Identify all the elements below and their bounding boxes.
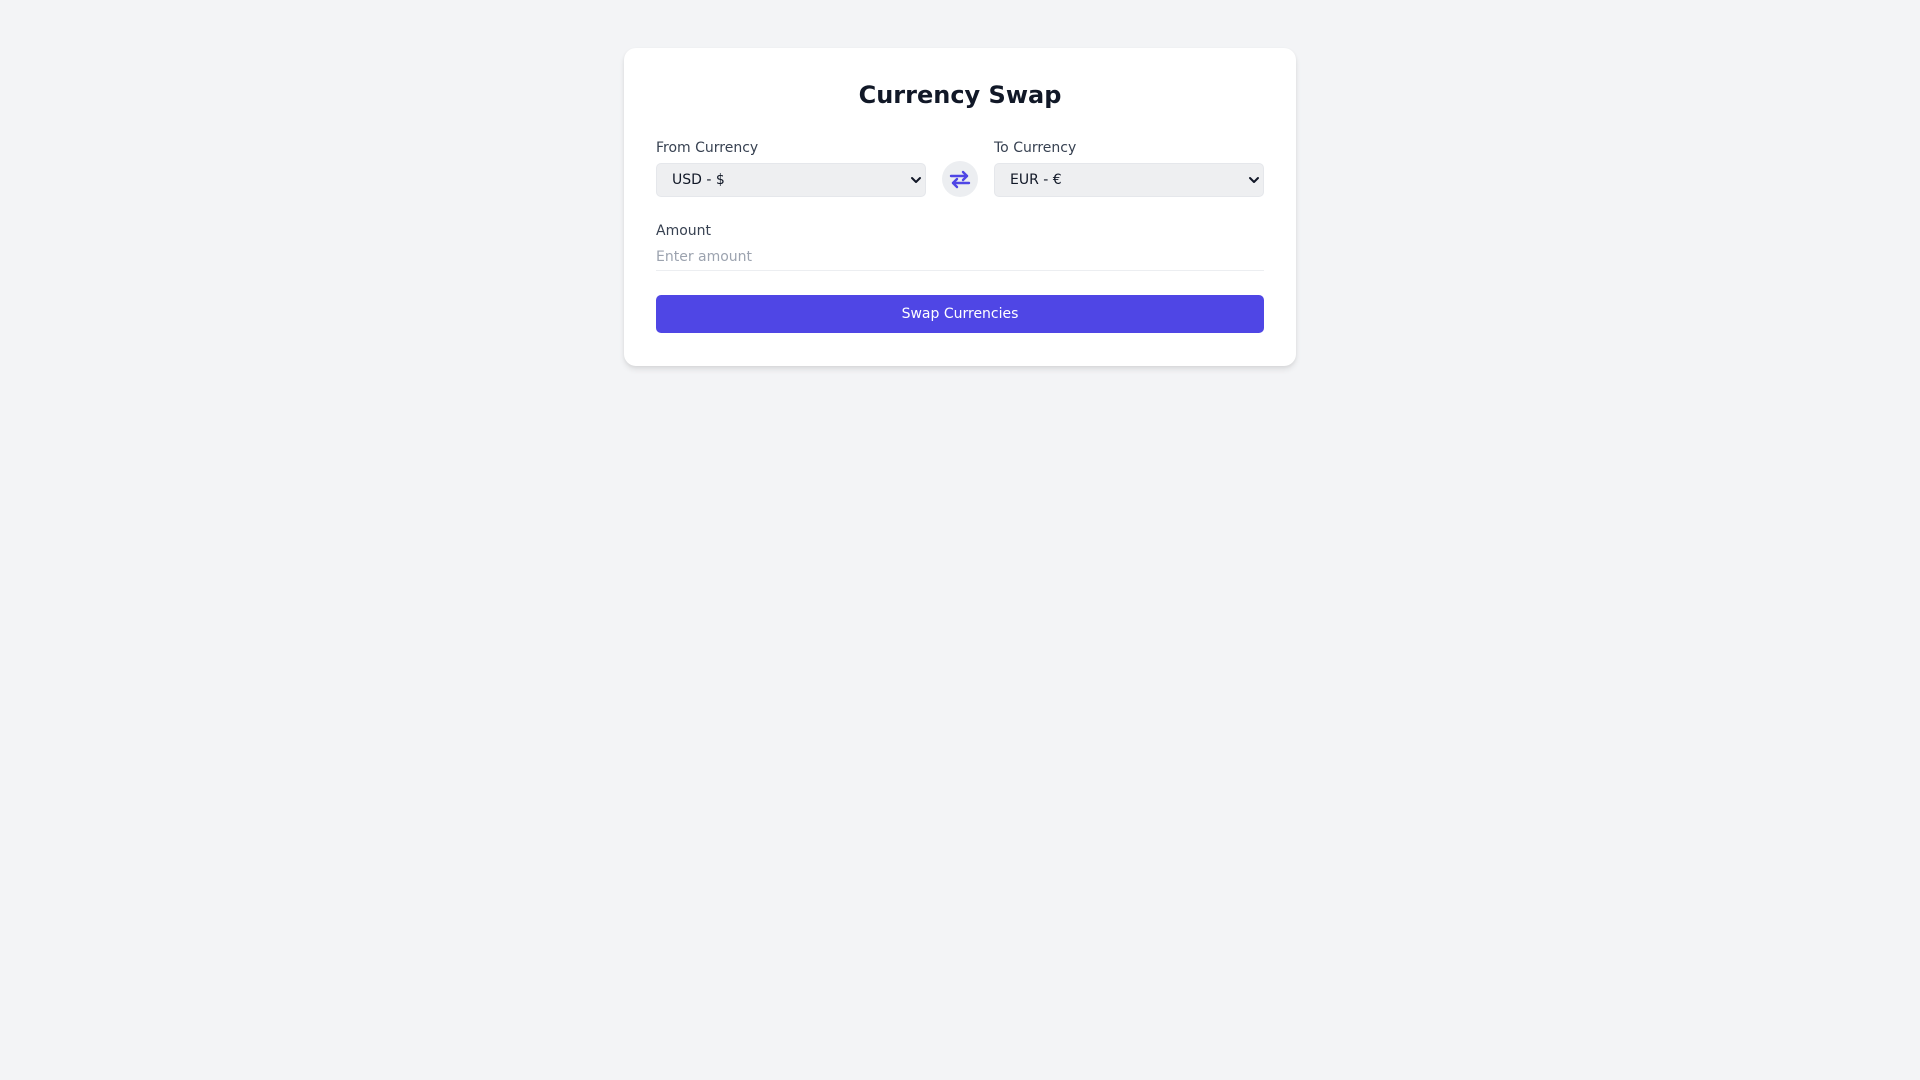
to-currency-value: EUR - €	[1010, 172, 1062, 188]
to-currency-field: To Currency EUR - €	[994, 140, 1264, 197]
swap-direction-button[interactable]	[942, 161, 978, 197]
from-currency-label: From Currency	[656, 140, 759, 156]
currency-swap-card: Currency Swap From Currency USD - $ To C…	[624, 48, 1296, 366]
amount-label: Amount	[656, 223, 712, 239]
from-currency-select[interactable]: USD - $	[656, 163, 926, 197]
chevron-down-icon	[1249, 177, 1259, 183]
page-title: Currency Swap	[858, 81, 1062, 109]
currency-row: From Currency USD - $ To Currency EUR - …	[656, 140, 1264, 197]
from-currency-value: USD - $	[672, 172, 725, 188]
to-currency-label: To Currency	[994, 140, 1077, 156]
swap-button-wrapper	[926, 161, 994, 197]
swap-currencies-button[interactable]: Swap Currencies	[656, 295, 1264, 333]
amount-field: Amount Enter amount	[656, 223, 1264, 271]
from-currency-field: From Currency USD - $	[656, 140, 926, 197]
chevron-down-icon	[911, 177, 921, 183]
swap-arrows-icon	[949, 170, 971, 189]
to-currency-select[interactable]: EUR - €	[994, 163, 1264, 197]
amount-input[interactable]: Enter amount	[656, 246, 1264, 271]
